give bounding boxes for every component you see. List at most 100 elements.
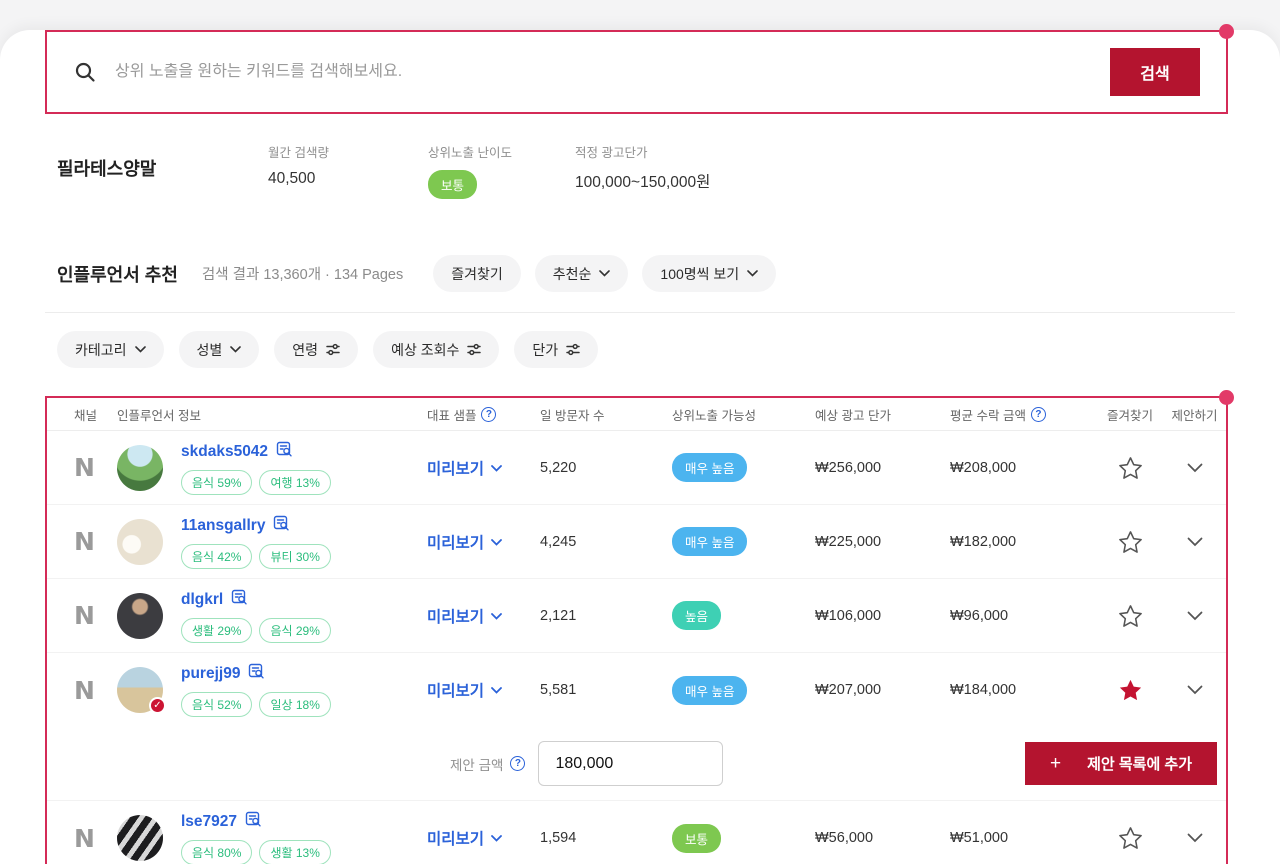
chevron-down-icon xyxy=(134,346,146,353)
keyword-name: 필라테스양말 xyxy=(57,159,157,179)
search-bar: 검색 xyxy=(45,24,1234,114)
plus-icon: + xyxy=(1049,752,1062,774)
category-tag: 음식 42% xyxy=(181,543,253,569)
influencer-info-cell: ✓ lse7927 음식 80%생활 13% xyxy=(117,811,427,864)
page-size-label: 100명씩 보기 xyxy=(660,265,740,282)
naver-channel-icon: N xyxy=(74,601,95,630)
username-link[interactable]: lse7927 xyxy=(181,813,237,831)
column-header: 예상 광고 단가 xyxy=(815,408,891,423)
average-accept-price: ₩208,000 xyxy=(950,459,1017,476)
preview-label: 미리보기 xyxy=(427,683,485,700)
table-row: N ✓ skdaks5042 음식 59%여행 13% 미리보기 xyxy=(47,431,1226,505)
filter-chip[interactable]: 단가 xyxy=(514,331,599,368)
annotation-dot xyxy=(1219,24,1234,39)
sort-dropdown-label: 추천순 xyxy=(552,265,592,282)
page-size-dropdown[interactable]: 100명씩 보기 xyxy=(642,255,777,292)
chevron-down-icon xyxy=(230,346,242,353)
exposure-badge: 매우 높음 xyxy=(672,527,748,556)
keyword-summary: 필라테스양말 월간 검색량 40,500 상위노출 난이도 보통 적정 광고단가… xyxy=(57,142,1223,199)
annotation-dot xyxy=(1219,390,1234,405)
blog-search-icon[interactable] xyxy=(231,589,248,611)
preview-button[interactable]: 미리보기 xyxy=(427,827,540,849)
preview-button[interactable]: 미리보기 xyxy=(427,679,540,701)
filter-chip[interactable]: 성별 xyxy=(178,331,260,368)
username-link[interactable]: purejj99 xyxy=(181,665,240,683)
result-count: 검색 결과 13,360개 · 134 Pages xyxy=(201,267,404,283)
influencer-info-cell: ✓ skdaks5042 음식 59%여행 13% xyxy=(117,441,427,495)
chevron-down-icon xyxy=(491,829,502,847)
average-accept-price: ₩182,000 xyxy=(950,533,1017,550)
preview-button[interactable]: 미리보기 xyxy=(427,457,540,479)
blog-search-icon[interactable] xyxy=(248,663,265,685)
favorite-star-button[interactable] xyxy=(1095,530,1165,554)
avatar: ✓ xyxy=(117,518,163,565)
blog-search-icon[interactable] xyxy=(245,811,262,833)
filter-chip[interactable]: 예상 조회수 xyxy=(373,331,500,368)
chevron-down-icon xyxy=(491,681,502,699)
category-tags: 음식 59% 여행 13% xyxy=(181,469,331,495)
expand-row-button[interactable] xyxy=(1165,611,1224,621)
username-link[interactable]: 11ansgallry xyxy=(181,517,265,535)
daily-visitors: 1,594 xyxy=(540,830,577,846)
influencer-info-cell: ✓ 11ansgallry 음식 42%뷰티 30% xyxy=(117,515,427,569)
favorite-star-button[interactable] xyxy=(1095,826,1165,850)
naver-channel-icon: N xyxy=(74,453,95,482)
favorite-star-button[interactable] xyxy=(1095,456,1165,480)
help-icon[interactable]: ? xyxy=(1030,406,1046,422)
daily-visitors: 5,220 xyxy=(540,459,577,476)
blog-search-icon[interactable] xyxy=(276,441,293,463)
estimated-ad-price: ₩256,000 xyxy=(815,459,882,476)
difficulty-badge: 보통 xyxy=(428,170,478,199)
stat-monthly-search: 월간 검색량 40,500 xyxy=(268,142,428,188)
proposal-amount-input[interactable] xyxy=(538,741,724,786)
category-tag: 여행 13% xyxy=(259,469,331,495)
filter-chip[interactable]: 카테고리 xyxy=(57,331,164,368)
preview-label: 미리보기 xyxy=(427,534,485,552)
preview-button[interactable]: 미리보기 xyxy=(427,605,540,627)
help-icon[interactable]: ? xyxy=(481,406,497,422)
column-header: 제안하기 xyxy=(1171,408,1218,423)
username-link[interactable]: skdaks5042 xyxy=(181,443,268,461)
username-link[interactable]: dlgkrl xyxy=(181,591,223,609)
expand-row-button[interactable] xyxy=(1165,537,1224,547)
estimated-ad-price: ₩225,000 xyxy=(815,533,882,550)
preview-label: 미리보기 xyxy=(427,460,485,478)
exposure-badge: 매우 높음 xyxy=(672,675,748,705)
search-input[interactable] xyxy=(115,63,1110,81)
filter-chip[interactable]: 연령 xyxy=(274,331,359,368)
chevron-down-icon xyxy=(491,459,502,477)
star-outline-icon xyxy=(1118,456,1142,479)
category-tags: 음식 52% 일상 18% xyxy=(181,692,331,717)
filter-chip-label: 성별 xyxy=(196,341,223,358)
favorite-star-button[interactable] xyxy=(1095,604,1165,628)
avatar: ✓ xyxy=(117,667,166,714)
favorites-filter-label: 즐겨찾기 xyxy=(451,265,503,282)
favorite-star-button[interactable] xyxy=(1095,678,1165,702)
estimated-ad-price: ₩56,000 xyxy=(815,830,874,846)
column-header: 인플루언서 정보 xyxy=(117,408,201,423)
category-tag: 일상 18% xyxy=(259,692,331,717)
table-row: N ✓ purejj99 음식 52% 일상 18% 미리보기 5,581 매우… xyxy=(47,653,1226,727)
sort-dropdown[interactable]: 추천순 xyxy=(534,255,629,292)
expand-row-button[interactable] xyxy=(1165,463,1224,473)
preview-label: 미리보기 xyxy=(427,608,485,626)
chevron-down-icon xyxy=(747,270,759,277)
table-row: N ✓ dlgkrl 생활 29%음식 29% 미리보기 xyxy=(47,579,1226,653)
preview-button[interactable]: 미리보기 xyxy=(427,531,540,553)
star-outline-icon xyxy=(1118,827,1142,849)
help-icon[interactable]: ? xyxy=(510,756,526,771)
filter-bar: 카테고리 성별 연령 예상 조회수 단가 xyxy=(57,331,1223,368)
exposure-badge: 높음 xyxy=(672,601,722,630)
search-button[interactable]: 검색 xyxy=(1110,48,1200,96)
expand-row-button[interactable] xyxy=(1165,833,1224,843)
favorites-filter-button[interactable]: 즐겨찾기 xyxy=(433,255,521,292)
add-to-proposal-list-label: 제안 목록에 추가 xyxy=(1087,756,1193,773)
daily-visitors: 2,121 xyxy=(540,607,577,624)
category-tag: 음식 52% xyxy=(181,692,253,717)
expand-row-button[interactable] xyxy=(1165,685,1224,695)
average-accept-price: ₩96,000 xyxy=(950,607,1009,624)
add-to-proposal-list-button[interactable]: + 제안 목록에 추가 xyxy=(1025,742,1217,785)
filter-chip-label: 연령 xyxy=(292,341,319,358)
blog-search-icon[interactable] xyxy=(273,515,290,537)
naver-channel-icon: N xyxy=(74,823,95,853)
